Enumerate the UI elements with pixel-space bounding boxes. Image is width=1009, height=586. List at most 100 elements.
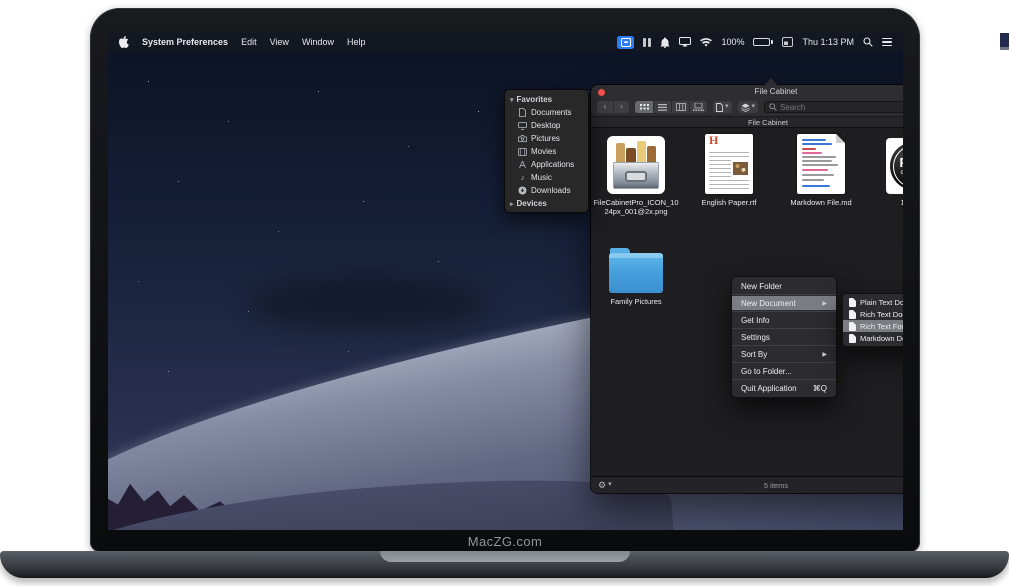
file-markdown-md[interactable]: Markdown File.md xyxy=(776,132,866,207)
submenu-item-plain-text[interactable]: Plain Text Document (TXT) xyxy=(843,296,903,308)
desktop-icon xyxy=(518,122,527,130)
devices-header[interactable]: ▸ Devices xyxy=(505,197,588,210)
menu-bar: System Preferences Edit View Window Help xyxy=(108,33,903,51)
music-note-icon: ♪ xyxy=(518,173,527,182)
chevron-down-icon: ▾ xyxy=(608,482,612,488)
menu-separator xyxy=(732,328,836,329)
favorites-panel: ▾ Favorites Documents Desktop Pictures xyxy=(504,89,589,213)
sidebar-item-pictures[interactable]: Pictures xyxy=(505,132,588,145)
menu-item-go-to-folder[interactable]: Go to Folder... xyxy=(732,364,836,378)
notification-center-icon[interactable] xyxy=(882,38,892,47)
disclosure-down-icon: ▾ xyxy=(510,96,514,104)
grid-view-icon xyxy=(640,104,649,111)
menu-window[interactable]: Window xyxy=(302,37,334,47)
submenu-item-rich-text[interactable]: Rich Text Document (RTF) xyxy=(843,308,903,320)
column-view-button[interactable] xyxy=(671,101,689,113)
menu-view[interactable]: View xyxy=(270,37,289,47)
favorites-header[interactable]: ▾ Favorites xyxy=(505,93,588,106)
file-filecabinetpro-png[interactable]: FileCabinetPro_ICON_1024px_001@2x.png xyxy=(591,132,681,216)
menu-clock[interactable]: Thu 1:13 PM xyxy=(802,37,854,47)
camera-icon xyxy=(518,135,527,142)
chevron-down-icon: ▾ xyxy=(725,104,729,110)
sidebar-item-applications[interactable]: Applications xyxy=(505,158,588,171)
file-128-png[interactable]: Plist converter 128.png xyxy=(869,132,903,207)
film-icon xyxy=(518,148,527,156)
stars xyxy=(108,51,109,52)
menu-separator xyxy=(732,345,836,346)
gallery-view-icon xyxy=(693,103,704,111)
menu-edit[interactable]: Edit xyxy=(241,37,257,47)
submenu-item-markdown[interactable]: Markdown Document (MD) xyxy=(843,332,903,344)
file-label: Family Pictures xyxy=(591,297,681,306)
list-view-icon xyxy=(658,104,667,111)
list-view-button[interactable] xyxy=(653,101,671,113)
wifi-icon[interactable] xyxy=(700,38,712,47)
new-document-dropdown[interactable]: ▾ xyxy=(713,101,732,113)
search-input[interactable] xyxy=(780,103,903,112)
menu-item-get-info[interactable]: Get Info xyxy=(732,313,836,327)
file-cabinet-menubar-icon[interactable] xyxy=(617,36,634,49)
file-label: FileCabinetPro_ICON_1024px_001@2x.png xyxy=(591,198,681,216)
md-thumbnail xyxy=(797,134,845,194)
file-english-paper-rtf[interactable]: H English Paper.rtf xyxy=(684,132,774,207)
popover-arrow xyxy=(764,78,778,86)
document-icon xyxy=(518,108,527,117)
watermark: MacZG.com xyxy=(90,534,920,549)
sidebar-item-music[interactable]: ♪ Music xyxy=(505,171,588,184)
menu-item-sort-by[interactable]: Sort By ▶ xyxy=(732,347,836,361)
search-field[interactable] xyxy=(764,101,903,113)
chevron-down-icon: ▾ xyxy=(752,104,756,110)
title-bar[interactable]: File Cabinet xyxy=(591,85,903,98)
sidebar-item-desktop[interactable]: Desktop xyxy=(505,119,588,132)
menu-extra-bars-icon[interactable] xyxy=(643,38,651,47)
tab-file-cabinet[interactable]: File Cabinet xyxy=(591,117,903,127)
close-button[interactable] xyxy=(598,89,605,96)
laptop-base-notch xyxy=(380,551,630,562)
menu-app-name[interactable]: System Preferences xyxy=(142,37,228,47)
submenu-arrow-icon: ▶ xyxy=(822,300,827,307)
search-icon xyxy=(769,103,777,111)
shortcut-label: ⌘Q xyxy=(813,384,827,393)
sidebar-item-downloads[interactable]: Downloads xyxy=(505,184,588,197)
menu-separator xyxy=(732,311,836,312)
gear-icon: ⚙ xyxy=(598,480,606,491)
tab-bar: File Cabinet + xyxy=(591,116,903,128)
document-icon xyxy=(849,298,856,307)
toolbar: ‹ › xyxy=(591,98,903,116)
view-switcher xyxy=(635,101,707,113)
apple-menu[interactable] xyxy=(119,36,129,48)
airplay-display-icon[interactable] xyxy=(679,37,691,47)
apple-logo-icon xyxy=(119,36,129,48)
menu-separator xyxy=(732,379,836,380)
sidebar-item-movies[interactable]: Movies xyxy=(505,145,588,158)
menu-separator xyxy=(732,294,836,295)
menu-item-new-folder[interactable]: New Folder xyxy=(732,279,836,293)
sidebar-item-documents[interactable]: Documents xyxy=(505,106,588,119)
cabinet-thumbnail xyxy=(607,136,665,194)
submenu-item-rtfd[interactable]: Rich Text Format Directory (RTFD) xyxy=(843,320,903,332)
folder-family-pictures[interactable]: Family Pictures xyxy=(591,237,681,306)
downloads-icon xyxy=(518,186,527,195)
battery-icon[interactable] xyxy=(753,38,773,46)
stage: MacZG.com System Preferences Edit xyxy=(0,0,1009,586)
edge-fragment xyxy=(1000,33,1009,50)
bell-icon[interactable] xyxy=(660,37,670,48)
rtf-thumbnail: H xyxy=(705,134,753,194)
file-label: Markdown File.md xyxy=(776,198,866,207)
menu-item-quit-application[interactable]: Quit Application ⌘Q xyxy=(732,381,836,395)
spotlight-search-icon[interactable] xyxy=(863,37,873,47)
menu-item-new-document[interactable]: New Document ▶ xyxy=(732,296,836,310)
menu-help[interactable]: Help xyxy=(347,37,366,47)
icon-view-button[interactable] xyxy=(635,101,653,113)
actions-dropdown[interactable]: ▾ xyxy=(738,101,759,113)
items-count: 5 items xyxy=(591,481,903,490)
charging-bolt-icon xyxy=(760,39,765,45)
menu-extra-window-icon[interactable] xyxy=(782,37,793,47)
settings-dropdown[interactable]: ⚙ ▾ xyxy=(598,480,612,491)
gallery-view-button[interactable] xyxy=(689,101,707,113)
menu-item-settings[interactable]: Settings xyxy=(732,330,836,344)
plist-thumbnail: Plist converter xyxy=(886,138,903,194)
cloud xyxy=(248,276,488,331)
forward-button[interactable]: › xyxy=(613,101,629,113)
back-button[interactable]: ‹ xyxy=(597,101,613,113)
